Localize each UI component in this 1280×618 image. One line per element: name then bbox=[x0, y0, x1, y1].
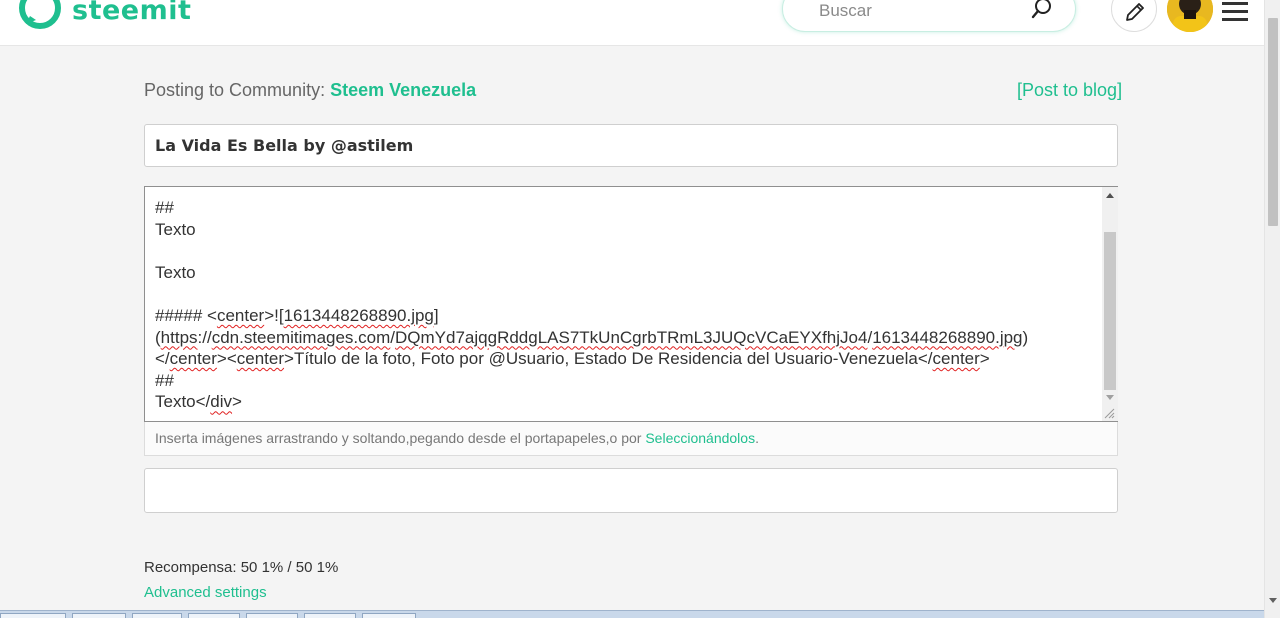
create-post-button[interactable] bbox=[1111, 0, 1157, 32]
body-line: (https://cdn.steemitimages.com/DQmYd7ajq… bbox=[155, 327, 1029, 347]
posting-to-community: Posting to Community: Steem Venezuela bbox=[144, 80, 476, 101]
taskbar-item[interactable] bbox=[132, 613, 182, 618]
post-body-editor[interactable]: ## Texto Texto ##### <center>![161344826… bbox=[144, 186, 1118, 422]
top-header: steemit bbox=[0, 0, 1264, 46]
body-line: ##### <center>![1613448268890.jpg] bbox=[155, 305, 439, 325]
body-line: Texto bbox=[155, 262, 196, 282]
body-line: </center><center>Título de la foto, Foto… bbox=[155, 349, 990, 369]
steemit-logo[interactable]: steemit bbox=[18, 0, 191, 30]
post-body-text[interactable]: ## Texto Texto ##### <center>![161344826… bbox=[155, 197, 1095, 413]
editor-scroll-thumb[interactable] bbox=[1104, 232, 1116, 390]
search-box[interactable] bbox=[782, 0, 1076, 32]
upload-hint-text: Inserta imágenes arrastrando y soltando,… bbox=[155, 430, 646, 446]
taskbar-item[interactable] bbox=[72, 613, 126, 618]
image-upload-hint: Inserta imágenes arrastrando y soltando,… bbox=[144, 422, 1118, 456]
search-icon[interactable] bbox=[1031, 0, 1053, 19]
pencil-icon bbox=[1126, 3, 1144, 21]
page-scroll-down-arrow-icon[interactable] bbox=[1269, 598, 1277, 603]
post-to-blog-link[interactable]: [Post to blog] bbox=[1017, 80, 1122, 101]
advanced-settings-link[interactable]: Advanced settings bbox=[144, 584, 267, 601]
taskbar-item[interactable] bbox=[304, 613, 356, 618]
avatar-image bbox=[1167, 0, 1213, 32]
os-taskbar bbox=[0, 610, 1264, 618]
scroll-down-arrow-icon[interactable] bbox=[1106, 395, 1114, 400]
steemit-logo-icon bbox=[19, 0, 61, 29]
community-link[interactable]: Steem Venezuela bbox=[330, 80, 476, 100]
taskbar-item[interactable] bbox=[0, 613, 66, 618]
body-line: ## bbox=[155, 370, 174, 390]
resize-grip-icon[interactable] bbox=[1103, 407, 1115, 419]
select-images-link[interactable]: Seleccionándolos bbox=[645, 430, 755, 446]
user-avatar[interactable] bbox=[1167, 0, 1213, 32]
body-line: Texto bbox=[155, 219, 196, 239]
upload-hint-end: . bbox=[755, 430, 759, 446]
scroll-up-arrow-icon[interactable] bbox=[1106, 193, 1114, 198]
reward-setting: Recompensa: 50 1% / 50 1% bbox=[144, 559, 339, 576]
hamburger-menu-icon[interactable] bbox=[1222, 0, 1248, 22]
body-line: Texto</div> bbox=[155, 392, 242, 412]
search-input[interactable] bbox=[819, 0, 1019, 23]
taskbar-item[interactable] bbox=[246, 613, 298, 618]
body-line: ## bbox=[155, 198, 174, 217]
logo-text: steemit bbox=[72, 0, 192, 26]
page-scroll-thumb[interactable] bbox=[1268, 18, 1278, 226]
page-scrollbar[interactable] bbox=[1264, 0, 1280, 618]
editor-scrollbar[interactable] bbox=[1102, 187, 1118, 421]
taskbar-item[interactable] bbox=[188, 613, 240, 618]
posting-prefix: Posting to Community: bbox=[144, 80, 326, 100]
post-title-input[interactable]: La Vida Es Bella by @astilem bbox=[144, 124, 1118, 167]
tags-input[interactable] bbox=[144, 468, 1118, 513]
taskbar-item[interactable] bbox=[362, 613, 416, 618]
